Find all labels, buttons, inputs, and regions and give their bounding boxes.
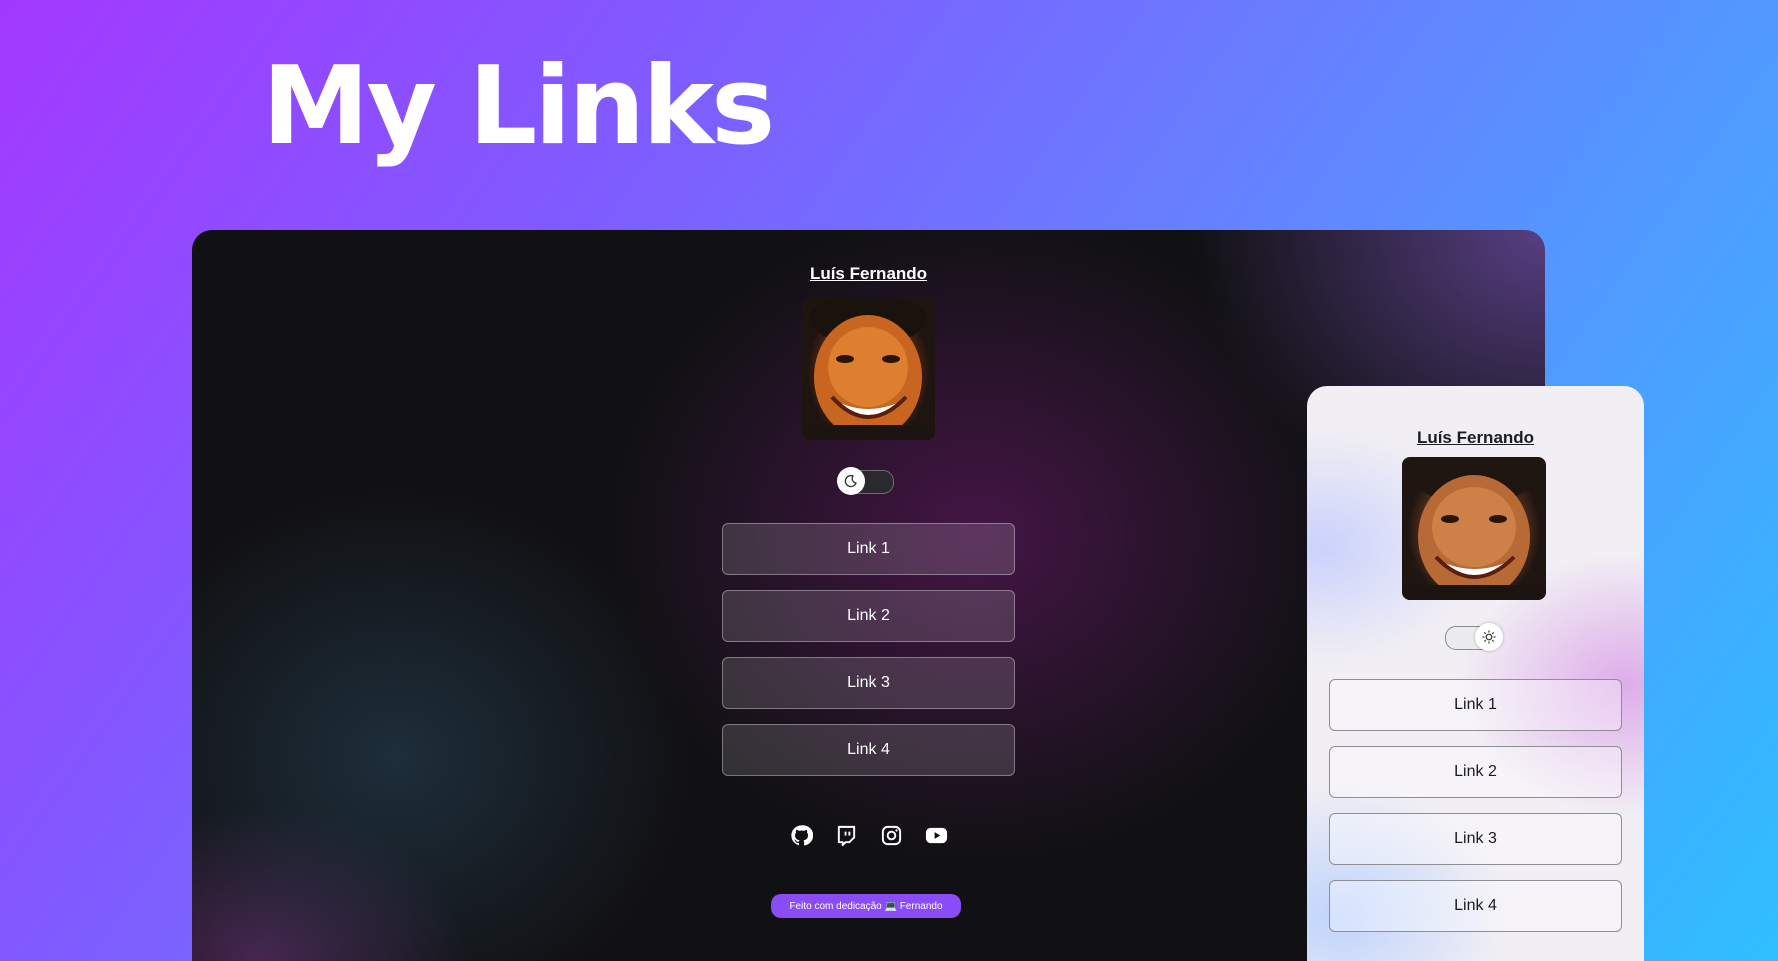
footer-badge: Feito com dedicação 💻 Fernando <box>771 894 961 918</box>
theme-toggle[interactable] <box>1445 623 1503 651</box>
avatar-portrait <box>1402 457 1546 600</box>
github-icon[interactable] <box>790 824 814 847</box>
hero-title: My Links <box>262 44 775 169</box>
instagram-icon[interactable] <box>880 824 903 847</box>
link-button-3[interactable]: Link 3 <box>722 657 1015 709</box>
link-button-1[interactable]: Link 1 <box>1329 679 1622 731</box>
link-button-2[interactable]: Link 2 <box>722 590 1015 642</box>
link-button-4[interactable]: Link 4 <box>1329 880 1622 932</box>
youtube-icon[interactable] <box>925 824 948 847</box>
link-button-4[interactable]: Link 4 <box>722 724 1015 776</box>
profile-name-link[interactable]: Luís Fernando <box>192 264 1545 284</box>
profile-avatar <box>802 297 935 440</box>
light-theme-preview: Luís Fernando Link 1 Link 2 Link 3 Link … <box>1307 386 1644 961</box>
moon-icon <box>837 467 865 495</box>
social-icons <box>790 824 948 847</box>
theme-toggle[interactable] <box>837 467 894 495</box>
profile-avatar <box>1402 457 1546 600</box>
twitch-icon[interactable] <box>835 824 858 847</box>
link-button-3[interactable]: Link 3 <box>1329 813 1622 865</box>
avatar-portrait <box>802 297 935 440</box>
link-button-1[interactable]: Link 1 <box>722 523 1015 575</box>
profile-name-link[interactable]: Luís Fernando <box>1307 428 1644 448</box>
link-button-2[interactable]: Link 2 <box>1329 746 1622 798</box>
sun-icon <box>1475 623 1503 651</box>
